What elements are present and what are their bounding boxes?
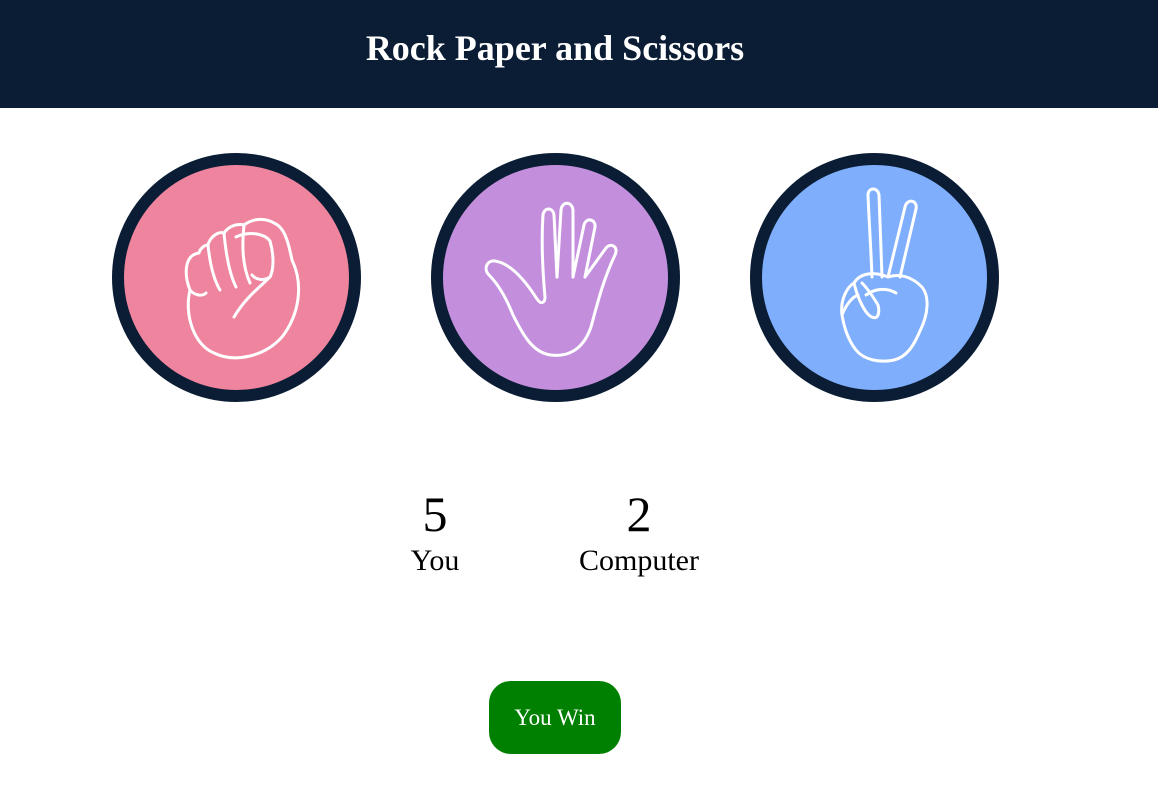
computer-score-label: Computer — [579, 544, 699, 577]
page-title: Rock Paper and Scissors — [365, 28, 745, 68]
result-message: You Win — [489, 681, 621, 754]
fist-icon — [184, 217, 301, 360]
user-score: 5 You — [385, 485, 485, 579]
computer-score: 2 Computer — [564, 485, 714, 579]
computer-score-value: 2 — [626, 486, 652, 542]
peace-sign-icon — [840, 187, 929, 363]
header-bar: Rock Paper and Scissors — [0, 0, 1158, 108]
user-score-value: 5 — [422, 486, 448, 542]
paper-choice-button[interactable] — [431, 153, 680, 402]
user-score-label: You — [410, 544, 460, 577]
scissors-choice-button[interactable] — [750, 153, 999, 402]
open-hand-icon — [484, 201, 618, 357]
rock-choice-button[interactable] — [112, 153, 361, 402]
